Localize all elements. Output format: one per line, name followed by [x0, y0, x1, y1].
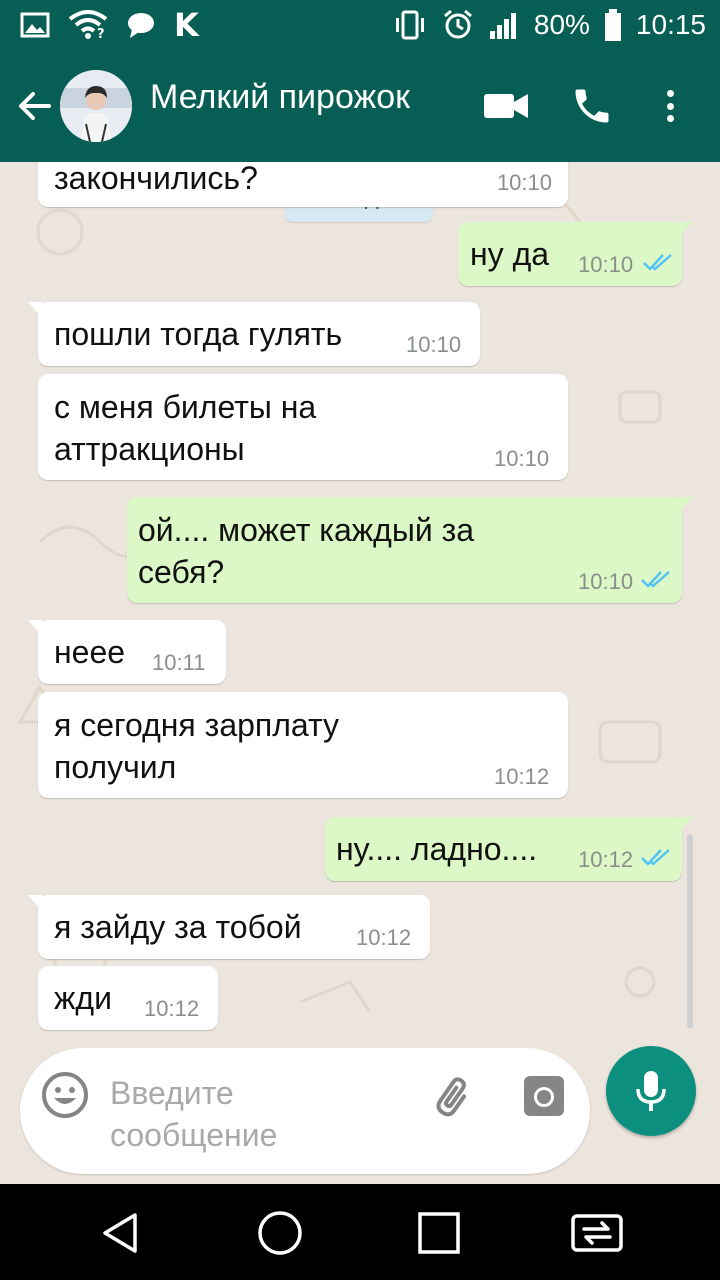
- bubble-tail: [28, 302, 42, 318]
- message-time: 10:10: [406, 332, 462, 357]
- camera-icon: [524, 1076, 564, 1116]
- back-arrow-icon: [19, 92, 51, 120]
- message-time: 10:11: [152, 650, 206, 675]
- message-outgoing[interactable]: ну.... ладно.... 10:12: [325, 817, 692, 881]
- attach-button[interactable]: [430, 1072, 480, 1122]
- nav-back-button[interactable]: [94, 1206, 148, 1260]
- recents-square-icon: [418, 1212, 460, 1254]
- image-icon: [20, 12, 50, 38]
- message-time: 10:10: [494, 446, 550, 471]
- message-incoming[interactable]: жди 10:12: [38, 966, 218, 1030]
- k-app-icon: K: [174, 6, 199, 44]
- camera-button[interactable]: [522, 1074, 566, 1118]
- bubble-tail: [678, 817, 692, 833]
- wifi-question-icon: ?: [68, 10, 108, 40]
- chat-header: Мелкий пирожок: [0, 50, 720, 162]
- back-button[interactable]: [14, 88, 54, 124]
- scrollbar[interactable]: [687, 834, 693, 1028]
- more-options-button[interactable]: [655, 84, 685, 128]
- message-incoming[interactable]: я сегодня зарплату получил 10:12: [38, 692, 568, 798]
- emoji-button[interactable]: [40, 1070, 90, 1120]
- message-outgoing[interactable]: ну да 10:10: [458, 222, 692, 286]
- read-ticks-icon: [643, 254, 672, 271]
- voice-call-button[interactable]: [570, 84, 614, 128]
- chat-bubble-icon: [126, 11, 156, 39]
- message-incoming[interactable]: неее 10:11: [28, 620, 226, 684]
- message-incoming[interactable]: я зайду за тобой 10:12: [28, 895, 430, 959]
- bubble-tail: [678, 222, 692, 238]
- message-input[interactable]: Введите сообщение: [110, 1072, 410, 1162]
- video-call-icon: [484, 94, 528, 118]
- nav-switch-app-button[interactable]: [570, 1206, 624, 1260]
- message-outgoing[interactable]: ой.... может каждый за себя? 10:10: [127, 497, 692, 603]
- message-time: 10:10: [578, 569, 634, 594]
- status-bar: ? K 80% 10:15: [0, 0, 720, 50]
- vibrate-icon: [392, 10, 428, 40]
- nav-recents-button[interactable]: [412, 1206, 466, 1260]
- avatar-image: [60, 70, 132, 142]
- voice-record-button[interactable]: [606, 1046, 696, 1136]
- message-incoming[interactable]: с меня билеты на аттракционы 10:10: [38, 374, 568, 480]
- message-text: ну.... ладно....: [336, 831, 538, 867]
- message-text: неее: [54, 634, 126, 670]
- bubble-tail: [678, 497, 692, 513]
- more-vert-dot: [666, 102, 674, 110]
- message-text: жди: [54, 980, 112, 1016]
- read-ticks-icon: [641, 571, 670, 588]
- message-text: ой.... может каждый за себя?: [138, 512, 475, 590]
- message-time: 10:12: [578, 847, 634, 872]
- message-input-container: Введите сообщение: [20, 1048, 590, 1174]
- paperclip-icon: [436, 1077, 467, 1117]
- switch-app-icon: [571, 1214, 623, 1252]
- contact-name[interactable]: Мелкий пирожок: [150, 78, 410, 117]
- status-time: 10:15: [635, 9, 706, 40]
- message-time: 10:10: [496, 170, 552, 195]
- signal-icon: [488, 11, 520, 39]
- message-time: 10:12: [494, 764, 550, 789]
- message-text: пошли тогда гулять: [54, 316, 343, 352]
- back-triangle-icon: [103, 1213, 137, 1253]
- alarm-icon: [442, 9, 474, 41]
- message-incoming[interactable]: пошли тогда гулять 10:10: [28, 302, 480, 366]
- message-time: 10:12: [144, 996, 200, 1021]
- nav-home-button[interactable]: [253, 1206, 307, 1260]
- more-vert-dot: [666, 115, 674, 122]
- bubble-tail: [28, 620, 42, 636]
- bubble-tail: [28, 895, 42, 911]
- message-text: ну да: [470, 236, 550, 272]
- message-text: с меня билеты на аттракционы: [54, 389, 317, 467]
- message-text: закончились?: [54, 162, 258, 196]
- message-text: я сегодня зарплату получил: [54, 707, 340, 785]
- mic-icon: [636, 1071, 666, 1111]
- svg-text:?: ?: [97, 27, 105, 40]
- message-time: 10:12: [356, 925, 412, 950]
- message-list[interactable]: Сегодня закончились? 10:10 ну да 10:10 п…: [0, 162, 720, 1040]
- battery-icon: [604, 9, 622, 41]
- message-time: 10:10: [578, 252, 634, 277]
- more-vert-icon: [666, 90, 674, 97]
- read-ticks-icon: [641, 849, 670, 866]
- emoji-icon: [42, 1072, 88, 1118]
- system-nav-bar: [0, 1184, 720, 1280]
- battery-percent: 80%: [533, 9, 590, 40]
- home-circle-icon: [258, 1211, 302, 1255]
- video-call-button[interactable]: [482, 86, 530, 126]
- phone-icon: [575, 89, 609, 123]
- avatar[interactable]: [60, 70, 132, 142]
- message-incoming[interactable]: закончились? 10:10: [38, 162, 568, 207]
- message-text: я зайду за тобой: [54, 909, 302, 945]
